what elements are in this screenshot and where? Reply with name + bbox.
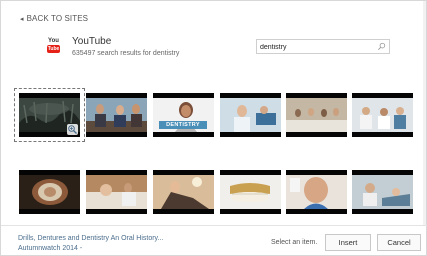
video-thumbnail-12[interactable]: [352, 170, 413, 214]
back-to-sites-label: BACK TO SITES: [26, 14, 89, 23]
youtube-logo-tube: Tube: [47, 45, 60, 53]
selection-status: Select an item.: [271, 239, 318, 246]
scrollbar-track[interactable]: [423, 1, 426, 225]
search-input[interactable]: [260, 42, 372, 52]
provider-name: YouTube: [72, 36, 112, 47]
video-thumbnail-4[interactable]: [220, 93, 281, 137]
video-thumbnail-3[interactable]: DENTISTRY: [153, 93, 214, 137]
zoom-icon[interactable]: [67, 124, 78, 135]
video-thumbnail-5[interactable]: [286, 93, 347, 137]
magnifier-icon[interactable]: [377, 42, 386, 51]
video-thumbnail-2[interactable]: [86, 93, 147, 137]
video-thumbnail-1[interactable]: [14, 88, 85, 142]
video-thumbnail-8[interactable]: [86, 170, 147, 214]
search-box[interactable]: [256, 39, 390, 54]
selected-video-subtitle: Autumnwatch 2014 -: [18, 245, 83, 252]
back-arrow-icon: ◂: [20, 15, 24, 23]
video-thumbnail-6[interactable]: [352, 93, 413, 137]
back-to-sites-link[interactable]: ◂ BACK TO SITES: [20, 14, 88, 23]
search-result-count: 635497 search results for dentistry: [72, 50, 180, 57]
youtube-logo-you: You: [48, 38, 59, 44]
video-thumbnail-9[interactable]: [153, 170, 214, 214]
video-thumbnail-11[interactable]: [286, 170, 347, 214]
footer-divider: [1, 225, 427, 226]
selected-video-title: Drills, Dentures and Dentistry An Oral H…: [18, 235, 164, 242]
video-thumbnail-7[interactable]: [19, 170, 80, 214]
insert-button[interactable]: Insert: [325, 234, 371, 251]
video-thumbnail-10[interactable]: [220, 170, 281, 214]
insert-video-dialog: ◂ BACK TO SITES You Tube YouTube 635497 …: [0, 0, 427, 256]
thumbnail-caption: DENTISTRY: [166, 122, 200, 128]
youtube-logo: You Tube: [47, 38, 60, 56]
cancel-button[interactable]: Cancel: [377, 234, 421, 251]
